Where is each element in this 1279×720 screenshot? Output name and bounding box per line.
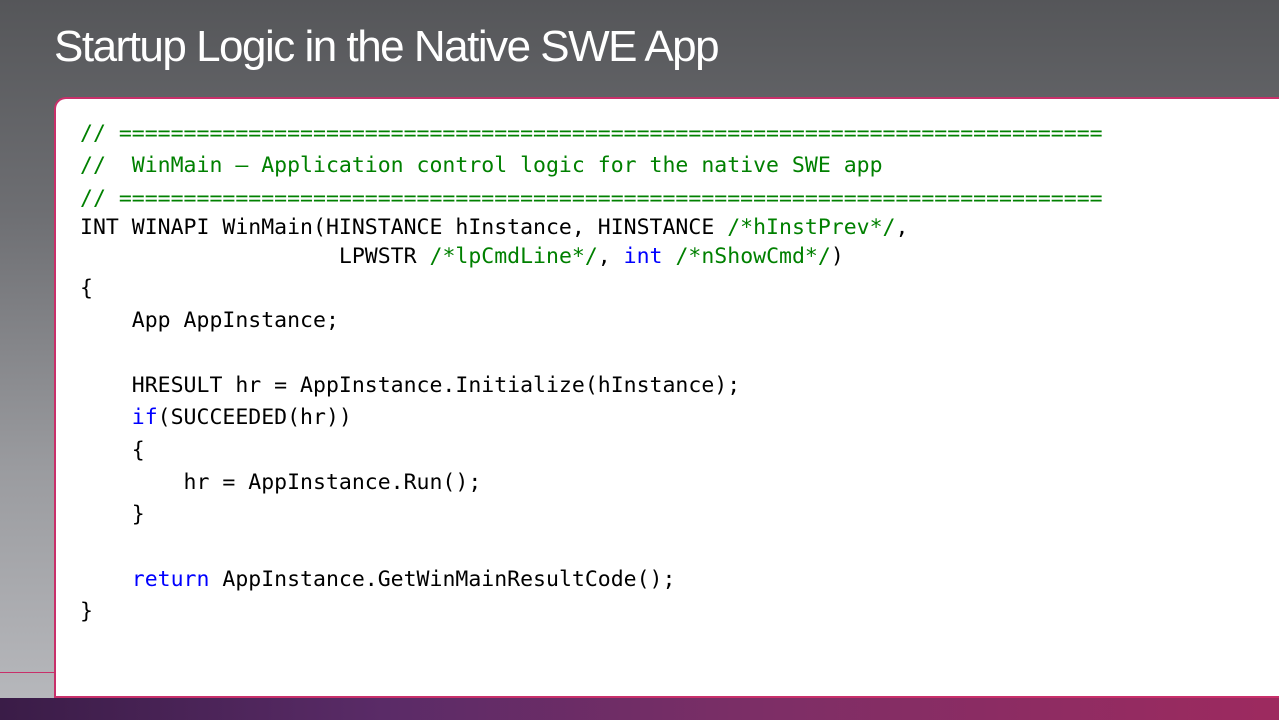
code-line-3: // =====================================… <box>80 183 1103 215</box>
code-line-5: LPWSTR /*lpCmdLine*/, int /*nShowCmd*/) <box>80 241 1103 273</box>
code-line-1: // =====================================… <box>80 118 1103 150</box>
code-token: } <box>80 599 93 625</box>
comment-token: // WinMain – Application control logic f… <box>80 153 883 179</box>
code-token: AppInstance.GetWinMainResultCode(); <box>209 566 676 592</box>
keyword-token: return <box>131 566 210 592</box>
code-line-9: HRESULT hr = AppInstance.Initialize(hIns… <box>80 370 1103 402</box>
comment-token: // =====================================… <box>80 121 1103 146</box>
code-token: { <box>80 437 145 463</box>
comment-token: // =====================================… <box>80 185 1103 211</box>
code-token: (SUCCEEDED(hr)) <box>157 405 352 431</box>
code-line-12: hr = AppInstance.Run(); <box>80 467 1103 499</box>
keyword-token: int <box>623 243 663 269</box>
code-token: ) <box>830 243 844 269</box>
code-block: // =====================================… <box>80 118 1103 628</box>
slide-title: Startup Logic in the Native SWE App <box>54 22 720 71</box>
code-token: hr = AppInstance.Run(); <box>80 469 482 495</box>
code-panel: // =====================================… <box>54 97 1279 698</box>
code-token: { <box>80 276 93 302</box>
code-line-16: } <box>80 596 1103 628</box>
accent-divider <box>0 672 60 673</box>
code-token: LPWSTR <box>80 243 430 269</box>
code-line-11: { <box>80 435 1103 467</box>
code-token: } <box>80 502 145 528</box>
code-line-6: { <box>80 273 1103 305</box>
code-token: App AppInstance; <box>80 308 339 334</box>
code-token: INT WINAPI WinMain(HINSTANCE hInstance, … <box>80 214 728 240</box>
comment-token: /*hInstPrev*/ <box>727 214 896 240</box>
comment-token: /*nShowCmd*/ <box>675 243 831 269</box>
code-line-4: INT WINAPI WinMain(HINSTANCE hInstance, … <box>80 215 1103 241</box>
code-token: , <box>597 243 624 269</box>
code-line-10: if(SUCCEEDED(hr)) <box>80 402 1103 434</box>
code-line-15: return AppInstance.GetWinMainResultCode(… <box>80 564 1103 596</box>
code-line-7: App AppInstance; <box>80 305 1103 337</box>
keyword-token: if <box>131 405 158 431</box>
comment-token: /*lpCmdLine*/ <box>429 243 598 269</box>
code-token: HRESULT hr = AppInstance.Initialize(hIns… <box>80 373 741 399</box>
code-line-2: // WinMain – Application control logic f… <box>80 150 1103 182</box>
code-line-13: } <box>80 499 1103 531</box>
code-token: , <box>895 214 909 240</box>
bottom-accent-bar <box>0 698 1279 720</box>
